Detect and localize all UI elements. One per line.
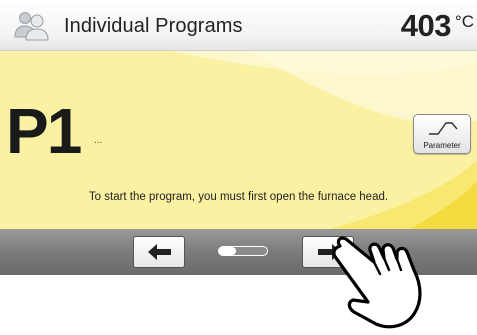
program-panel: P1 ... Parameter To start the program, y… (0, 51, 477, 229)
firing-curve-icon (429, 122, 458, 135)
page-indicator (218, 246, 268, 256)
users-icon (14, 12, 49, 41)
parameter-button[interactable]: Parameter (413, 114, 471, 154)
back-button[interactable] (133, 236, 185, 268)
temperature-readout: 403 (400, 8, 452, 43)
parameter-label: Parameter (423, 141, 461, 150)
hand-pointer-icon (332, 236, 422, 329)
program-number: P1 (6, 95, 82, 167)
header-bar: Individual Programs 403 °C (0, 0, 477, 51)
page-indicator-fill (219, 247, 236, 255)
status-message: To start the program, you must first ope… (88, 191, 389, 203)
temperature-unit: °C (454, 12, 474, 31)
program-name[interactable]: ... (94, 135, 102, 146)
arrow-left-icon (148, 244, 171, 260)
page-title: Individual Programs (64, 15, 243, 37)
